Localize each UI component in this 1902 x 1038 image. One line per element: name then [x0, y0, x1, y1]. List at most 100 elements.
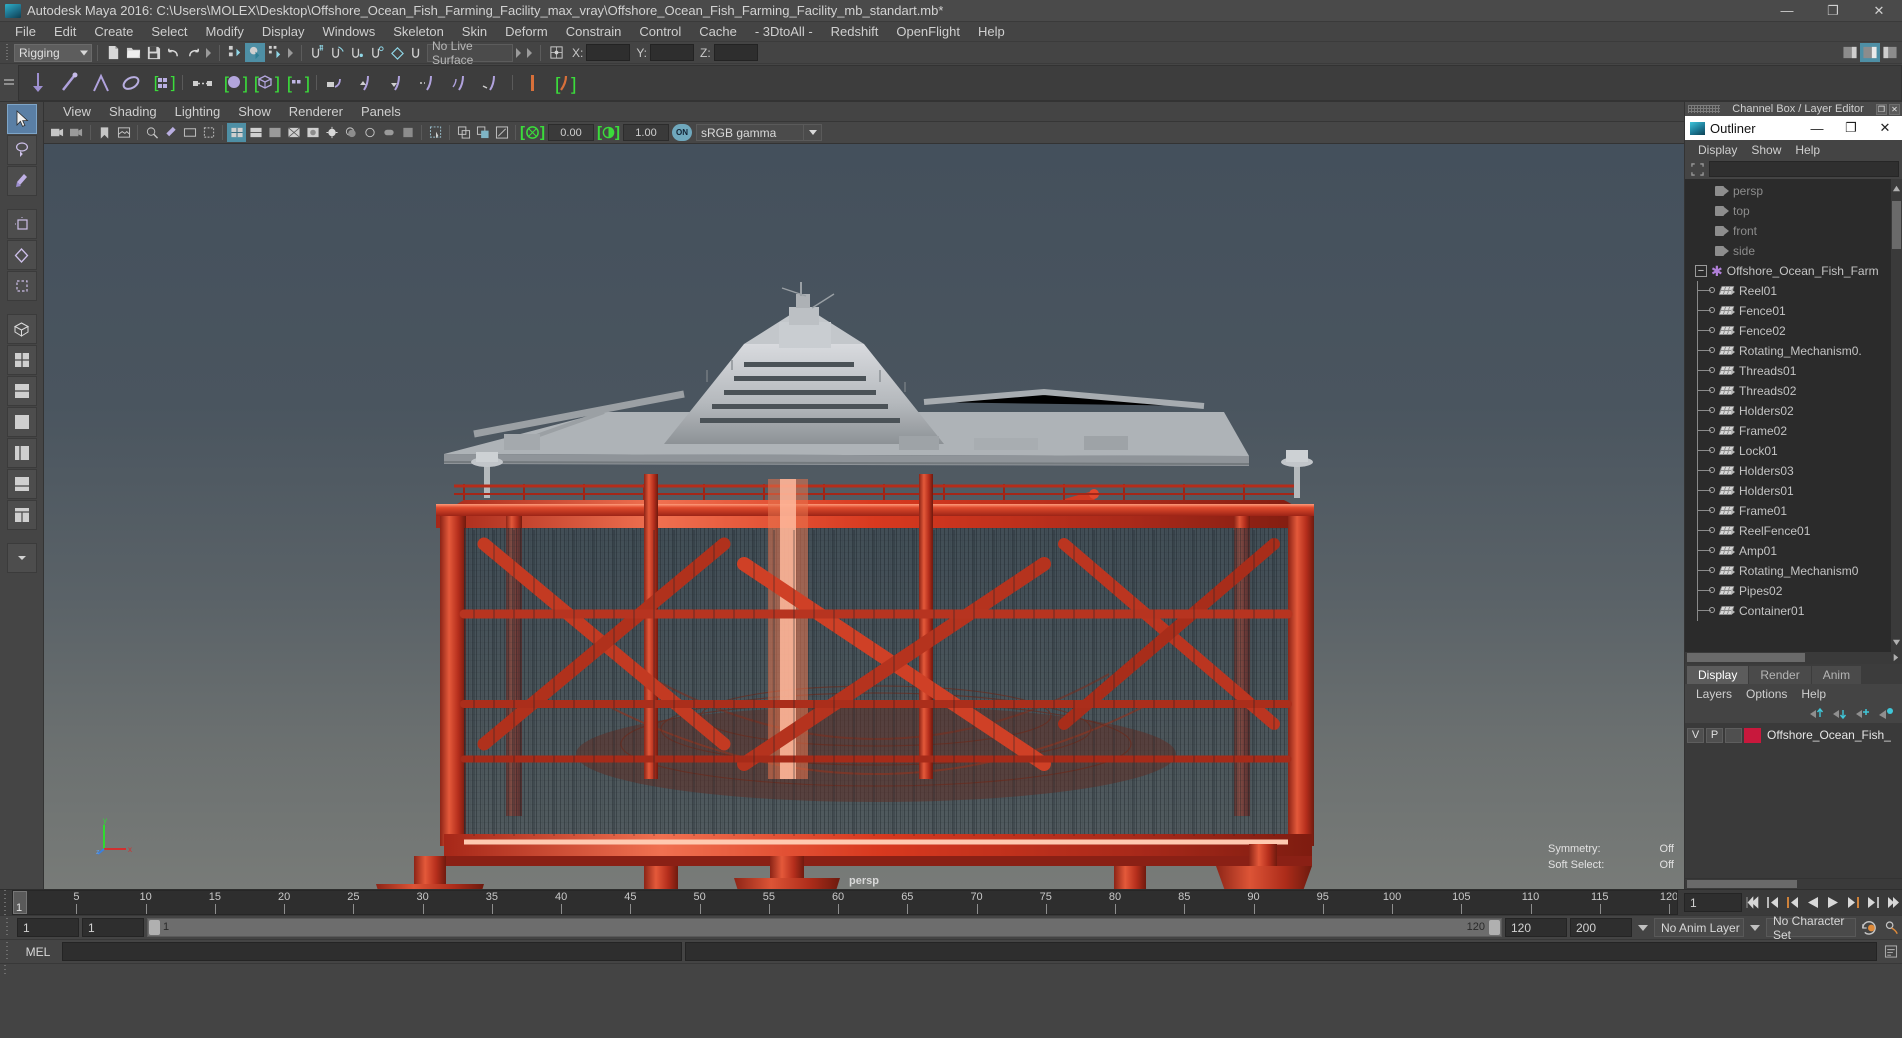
shelf-curve-tool-1-icon[interactable] — [322, 67, 352, 99]
shelf-cluster-icon[interactable]: [] — [219, 67, 249, 99]
minimize-button[interactable]: — — [1764, 0, 1810, 22]
anim-layer-dropdown-icon[interactable] — [1635, 918, 1651, 937]
status-line-grip[interactable] — [4, 43, 11, 62]
animation-start-time-field[interactable]: 1 — [17, 918, 79, 937]
maximize-button[interactable]: ❐ — [1810, 0, 1856, 22]
snap-to-projected-center-button[interactable] — [367, 43, 387, 62]
collapse-toolbar-group-4[interactable] — [524, 43, 535, 62]
wireframe-shading-icon[interactable] — [227, 123, 246, 142]
shaded-textured-icon[interactable] — [303, 123, 322, 142]
current-frame-field[interactable]: 1 — [1684, 893, 1742, 912]
layer-row[interactable]: V P Offshore_Ocean_Fish_ — [1687, 726, 1900, 744]
outliner-item-mesh[interactable]: Container01 — [1685, 601, 1902, 621]
coord-z-field[interactable] — [713, 44, 758, 61]
menu-item-create[interactable]: Create — [85, 22, 142, 42]
layer-list[interactable]: V P Offshore_Ocean_Fish_ — [1685, 723, 1902, 878]
multisample-aa-icon[interactable] — [398, 123, 417, 142]
paint-select-tool[interactable] — [6, 166, 37, 196]
flat-shade-icon[interactable] — [265, 123, 284, 142]
snap-to-grid-button[interactable] — [307, 43, 327, 62]
menu-item-control[interactable]: Control — [630, 22, 690, 42]
menu-item-windows[interactable]: Windows — [313, 22, 384, 42]
outliner-item-mesh[interactable]: ReelFence01 — [1685, 521, 1902, 541]
outliner-item-mesh[interactable]: Frame01 — [1685, 501, 1902, 521]
coord-x-field[interactable] — [586, 44, 631, 61]
two-d-pan-zoom-icon[interactable] — [142, 123, 161, 142]
select-by-hierarchy-button[interactable] — [225, 43, 245, 62]
shelf-curve-tool-5-icon[interactable] — [446, 67, 476, 99]
layer-menu-layers[interactable]: Layers — [1689, 687, 1739, 701]
menu-item-redshift[interactable]: Redshift — [822, 22, 888, 42]
shelf-lattice-icon[interactable]: [] — [250, 67, 280, 99]
range-slider[interactable]: 1 120 — [147, 918, 1502, 937]
shelf-spline-ik-icon[interactable]: [] — [549, 67, 579, 99]
color-profile-field[interactable]: sRGB gamma — [696, 124, 804, 141]
shelf-curve-tool-3-icon[interactable] — [384, 67, 414, 99]
make-live-button[interactable] — [407, 43, 427, 62]
menu-item-3dtoall[interactable]: - 3DtoAll - — [746, 22, 822, 42]
outliner-item-mesh[interactable]: Pipes02 — [1685, 581, 1902, 601]
animation-preferences-icon[interactable] — [1882, 918, 1902, 937]
select-by-component-type-button[interactable] — [265, 43, 285, 62]
image-plane-icon[interactable] — [114, 123, 133, 142]
play-backwards-button[interactable] — [1804, 893, 1822, 912]
close-button[interactable]: ✕ — [1856, 0, 1902, 22]
collapse-toolbar-group-3[interactable] — [513, 43, 524, 62]
lasso-select-tool[interactable] — [6, 135, 37, 165]
select-by-object-type-button[interactable] — [245, 43, 265, 62]
outliner-item-mesh[interactable]: Rotating_Mechanism0 — [1685, 561, 1902, 581]
menu-item-display[interactable]: Display — [253, 22, 314, 42]
layer-editor-horizontal-scrollbar[interactable] — [1685, 878, 1902, 889]
collapse-toggle-icon[interactable]: − — [1695, 265, 1707, 277]
shelf-ik-handle-tool-icon[interactable] — [54, 67, 84, 99]
anim-layer-field[interactable]: No Anim Layer — [1654, 918, 1744, 937]
menu-item-help[interactable]: Help — [969, 22, 1014, 42]
outliner-item-mesh[interactable]: Frame02 — [1685, 421, 1902, 441]
shelf-wrap-deformer-icon[interactable]: [] — [281, 67, 311, 99]
outliner-menu-help[interactable]: Help — [1788, 143, 1827, 157]
open-scene-button[interactable] — [123, 43, 143, 62]
menu-item-file[interactable]: File — [6, 22, 45, 42]
wireframe-on-shaded-icon[interactable] — [284, 123, 303, 142]
script-editor-icon[interactable] — [1880, 942, 1902, 961]
scroll-right-arrow-icon[interactable] — [1890, 652, 1900, 663]
character-set-field[interactable]: No Character Set — [1766, 914, 1856, 942]
outliner-item-mesh[interactable]: Amp01 — [1685, 541, 1902, 561]
step-back-frame-button[interactable] — [1784, 893, 1802, 912]
select-tool[interactable] — [6, 104, 37, 134]
color-management-toggle[interactable]: ON — [672, 124, 692, 141]
shelf-curve-tool-6-icon[interactable] — [477, 67, 507, 99]
select-camera-icon[interactable] — [48, 123, 67, 142]
scrollbar-thumb[interactable] — [1687, 653, 1805, 662]
viewport-3d[interactable]: y x z Symmetry: Off Soft Select: Off per… — [44, 144, 1684, 889]
scrollbar-thumb[interactable] — [1892, 201, 1901, 249]
snap-to-curve-button[interactable] — [327, 43, 347, 62]
outliner-item-mesh[interactable]: Fence01 — [1685, 301, 1902, 321]
gate-mask-icon[interactable] — [180, 123, 199, 142]
scroll-down-arrow-icon[interactable] — [1892, 637, 1901, 648]
layer-menu-help[interactable]: Help — [1794, 687, 1833, 701]
channel-box-restore-button[interactable]: ❐ — [1876, 103, 1887, 115]
outliner-menu-show[interactable]: Show — [1744, 143, 1788, 157]
viewport-menu-lighting[interactable]: Lighting — [166, 102, 230, 122]
outliner-vertical-scrollbar[interactable] — [1891, 179, 1902, 652]
scale-tool[interactable] — [6, 271, 37, 301]
xray-icon[interactable] — [454, 123, 473, 142]
gamma-field[interactable]: 1.00 — [623, 124, 669, 141]
layer-playback-toggle[interactable]: P — [1706, 727, 1723, 743]
shelf-curve-tool-2-icon[interactable] — [353, 67, 383, 99]
shelf-grip[interactable] — [0, 65, 18, 101]
bottom-strip-grip[interactable] — [0, 965, 12, 977]
show-hide-channel-box-button[interactable] — [1860, 43, 1880, 62]
range-left-handle[interactable] — [149, 920, 160, 935]
xray-active-components-icon[interactable] — [492, 123, 511, 142]
outliner-maximize-button[interactable]: ❐ — [1834, 116, 1868, 140]
outliner-search-input[interactable] — [1709, 161, 1899, 177]
shelf-pole-vector-icon[interactable] — [518, 67, 548, 99]
viewport-menu-renderer[interactable]: Renderer — [280, 102, 352, 122]
outliner-close-button[interactable]: ✕ — [1868, 116, 1902, 140]
layout-more-button[interactable] — [6, 543, 37, 573]
collapse-toolbar-group-1[interactable] — [203, 43, 214, 62]
save-scene-button[interactable] — [143, 43, 163, 62]
menu-item-edit[interactable]: Edit — [45, 22, 85, 42]
